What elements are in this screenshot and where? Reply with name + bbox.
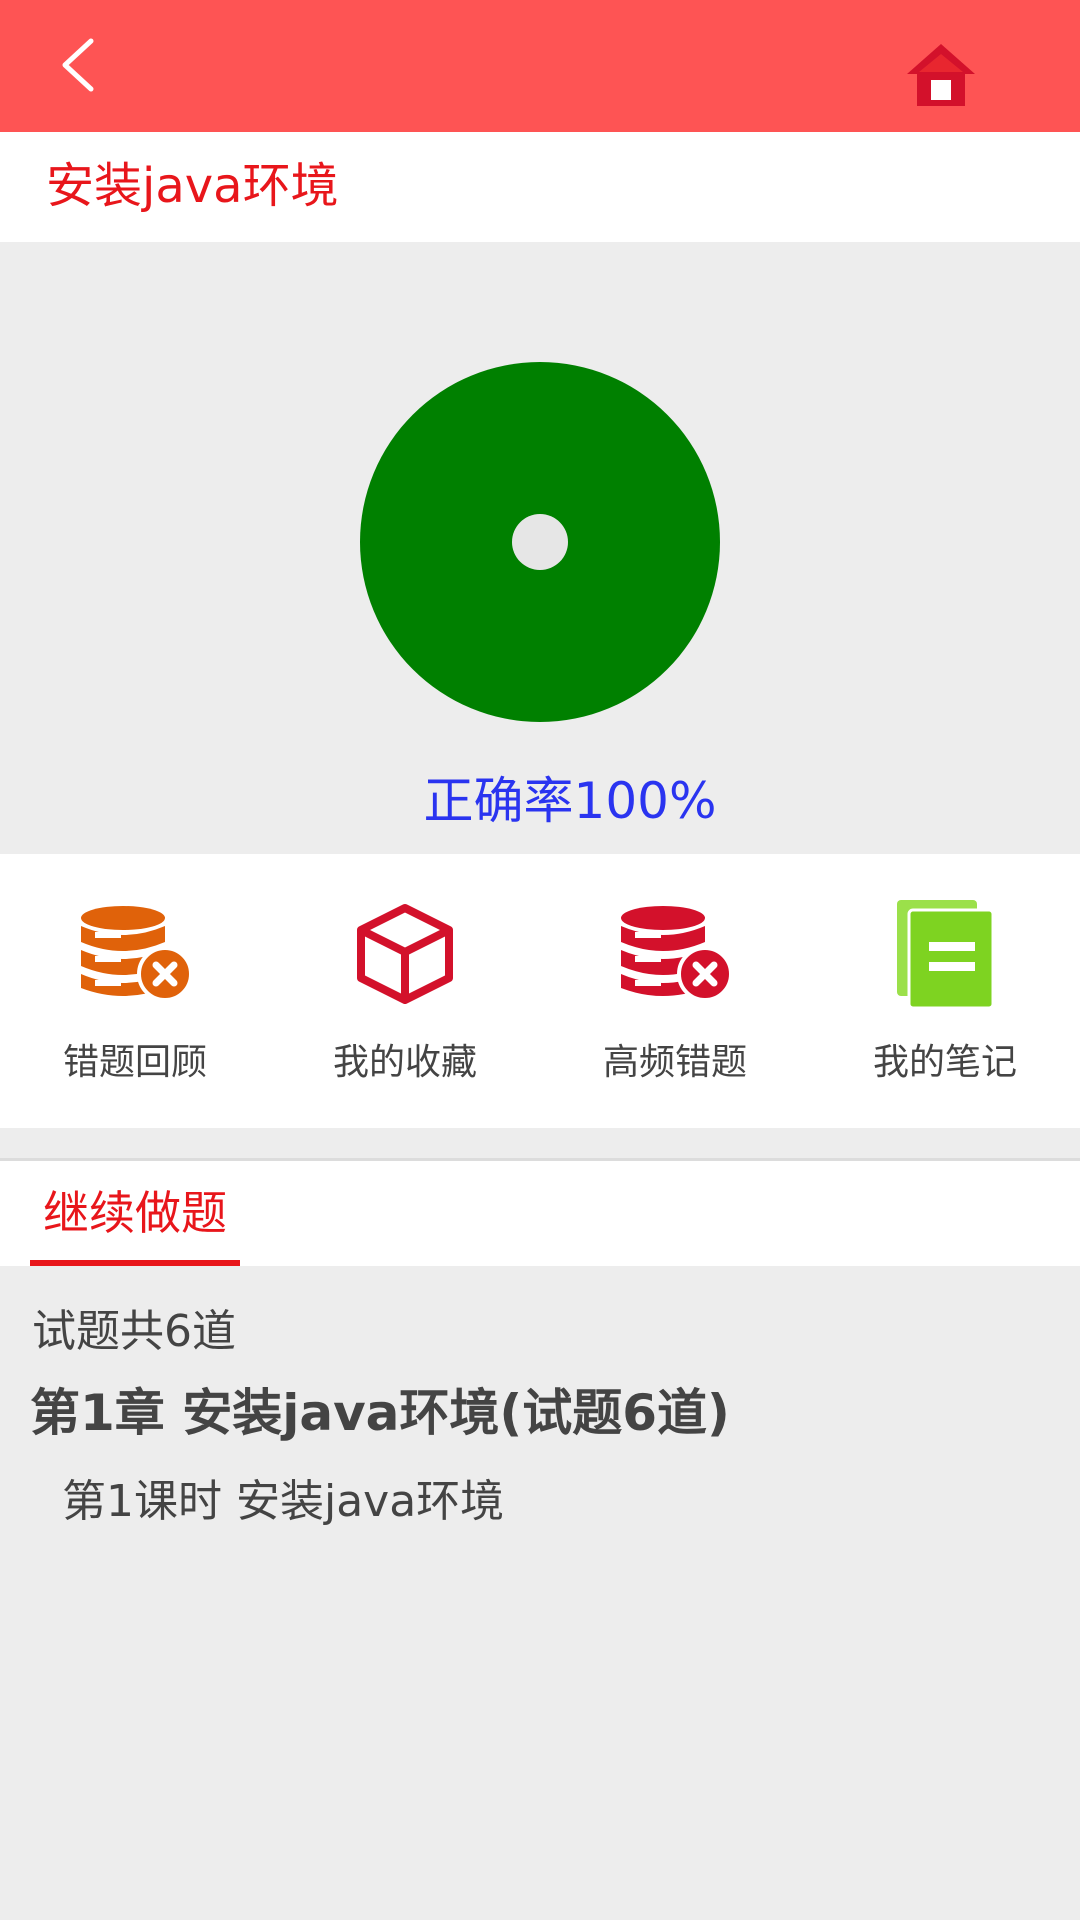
tab-bar: 继续做题 [0,1158,1080,1266]
chapter-item[interactable]: 第1章 安装java环境(试题6道) [30,1378,730,1448]
notes-icon [897,900,995,1010]
database-error-icon [621,906,733,1002]
stats-panel: 正确率100% [0,242,1080,854]
question-list: 试题共6道 第1章 安装java环境(试题6道) 第1课时 安装java环境 [0,1266,1080,1920]
accuracy-label: 正确率100% [423,772,717,830]
home-button[interactable] [902,38,980,112]
tools-row: 错题回顾 我的收藏 高频错题 我的笔记 [0,854,1080,1128]
tab-label: 继续做题 [43,1186,227,1240]
home-icon [907,44,975,106]
wrong-review-button[interactable]: 错题回顾 [0,854,270,1128]
question-total: 试题共6道 [32,1306,236,1357]
lesson-item[interactable]: 第1课时 安装java环境 [62,1472,504,1532]
title-bar: 安装java环境 [0,132,1080,242]
app-header [0,0,1080,132]
tool-label: 我的笔记 [872,1042,1017,1083]
my-favorites-button[interactable]: 我的收藏 [270,854,540,1128]
cube-icon [357,904,453,1004]
tool-label: 高频错题 [602,1042,747,1083]
tool-label: 错题回顾 [62,1042,207,1083]
tool-label: 我的收藏 [332,1042,477,1083]
page-title: 安装java环境 [46,158,339,214]
frequent-errors-button[interactable]: 高频错题 [540,854,810,1128]
pie-center-hole [512,514,568,570]
database-error-icon [81,906,193,1002]
my-notes-button[interactable]: 我的笔记 [810,854,1080,1128]
chevron-left-icon [62,38,94,92]
tab-continue-practice[interactable]: 继续做题 [30,1161,240,1266]
accuracy-pie-chart [360,362,720,722]
back-button[interactable] [42,30,112,100]
